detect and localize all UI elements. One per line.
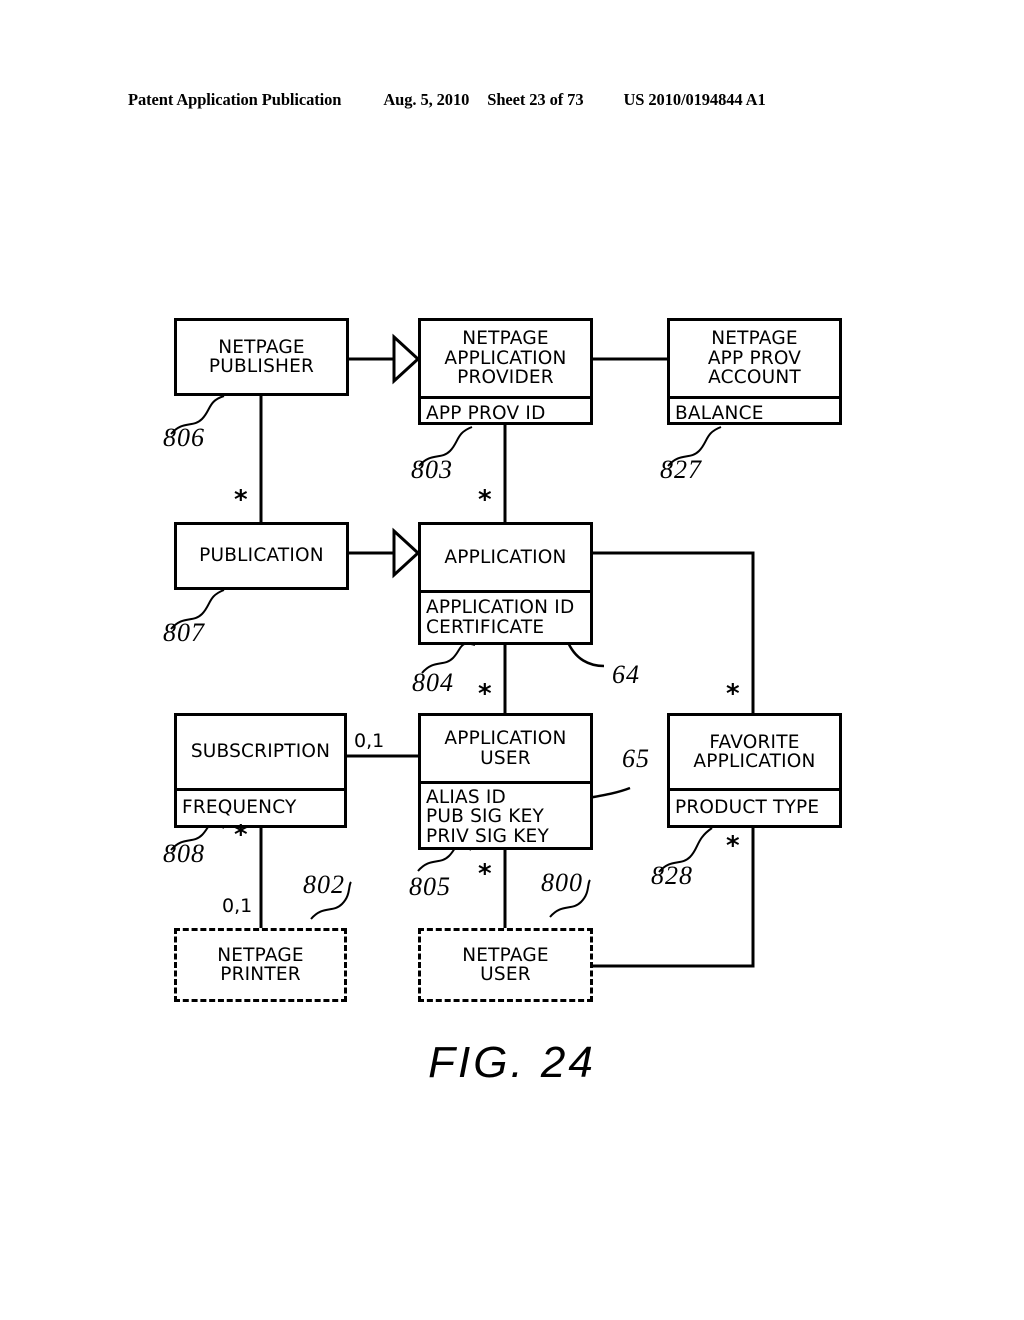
multiplicity-subscription-printer: * (234, 820, 248, 850)
entity-netpage-printer[interactable]: NETPAGE PRINTER (174, 928, 347, 1002)
entity-application-user[interactable]: APPLICATION USER ALIAS ID PUB SIG KEY PR… (418, 713, 593, 850)
entity-application-user-attributes: ALIAS ID PUB SIG KEY PRIV SIG KEY (421, 781, 590, 850)
entity-application[interactable]: APPLICATION APPLICATION ID CERTIFICATE (418, 522, 593, 645)
entity-subscription[interactable]: SUBSCRIPTION FREQUENCY (174, 713, 347, 828)
entity-publication-title: PUBLICATION (199, 545, 324, 567)
arrowhead-publisher-provider (392, 333, 421, 385)
refnum-publisher: 806 (163, 423, 205, 452)
entity-netpage-application-provider[interactable]: NETPAGE APPLICATION PROVIDER APP PROV ID (418, 318, 593, 425)
entity-netpage-user[interactable]: NETPAGE USER (418, 928, 593, 1002)
multiplicity-application-favorite: * (726, 679, 740, 709)
refnum-subscription: 808 (163, 839, 205, 868)
multiplicity-subscription-appuser: 0,1 (354, 730, 385, 752)
entity-netpage-publisher-title: NETPAGE PUBLISHER (208, 336, 315, 377)
refnum-app-provider: 803 (411, 455, 453, 484)
entity-netpage-app-prov-account-title: NETPAGE APP PROV ACCOUNT (707, 328, 802, 389)
entity-favorite-application-title: FAVORITE APPLICATION (693, 731, 816, 772)
figure-caption: FIG. 24 (428, 1038, 596, 1087)
multiplicity-application-appuser: * (478, 679, 492, 709)
entity-netpage-app-prov-account-attributes: BALANCE (670, 396, 839, 428)
refnum-netpage-user: 800 (541, 868, 583, 897)
refnum-publication: 807 (163, 618, 205, 647)
refnum-app-prov-account: 827 (660, 455, 702, 484)
multiplicity-printer-subscription: 0,1 (222, 895, 253, 917)
refnum-certificate: 64 (612, 660, 640, 689)
refnum-application: 804 (412, 668, 454, 697)
refnum-favorite-application: 828 (651, 861, 693, 890)
entity-subscription-title: SUBSCRIPTION (190, 741, 331, 763)
arrowhead-publication-application (392, 527, 421, 579)
entity-netpage-app-prov-account[interactable]: NETPAGE APP PROV ACCOUNT BALANCE (667, 318, 842, 425)
refnum-alias-id: 65 (622, 744, 650, 773)
refnum-application-user: 805 (409, 872, 451, 901)
diagram-connectors (170, 333, 755, 968)
entity-relationship-diagram: NETPAGE PUBLISHER NETPAGE APPLICATION PR… (0, 0, 1024, 1320)
entity-favorite-application[interactable]: FAVORITE APPLICATION PRODUCT TYPE (667, 713, 842, 828)
entity-application-title: APPLICATION (444, 546, 567, 568)
multiplicity-favorite-netpageuser: * (726, 831, 740, 861)
refnum-netpage-printer: 802 (303, 870, 345, 899)
entity-subscription-attributes: FREQUENCY (177, 788, 344, 825)
multiplicity-provider-application: * (478, 485, 492, 515)
entity-netpage-publisher[interactable]: NETPAGE PUBLISHER (174, 318, 349, 396)
entity-netpage-application-provider-title: NETPAGE APPLICATION PROVIDER (444, 328, 567, 389)
entity-netpage-printer-title: NETPAGE PRINTER (217, 944, 304, 985)
entity-application-user-title: APPLICATION USER (444, 728, 567, 769)
multiplicity-appuser-netpageuser: * (478, 859, 492, 889)
entity-netpage-application-provider-attributes: APP PROV ID (421, 396, 590, 428)
entity-favorite-application-attributes: PRODUCT TYPE (670, 788, 839, 825)
multiplicity-publisher-publication: * (234, 485, 248, 515)
entity-application-attributes: APPLICATION ID CERTIFICATE (421, 590, 590, 642)
entity-netpage-user-title: NETPAGE USER (462, 944, 549, 985)
entity-publication[interactable]: PUBLICATION (174, 522, 349, 590)
